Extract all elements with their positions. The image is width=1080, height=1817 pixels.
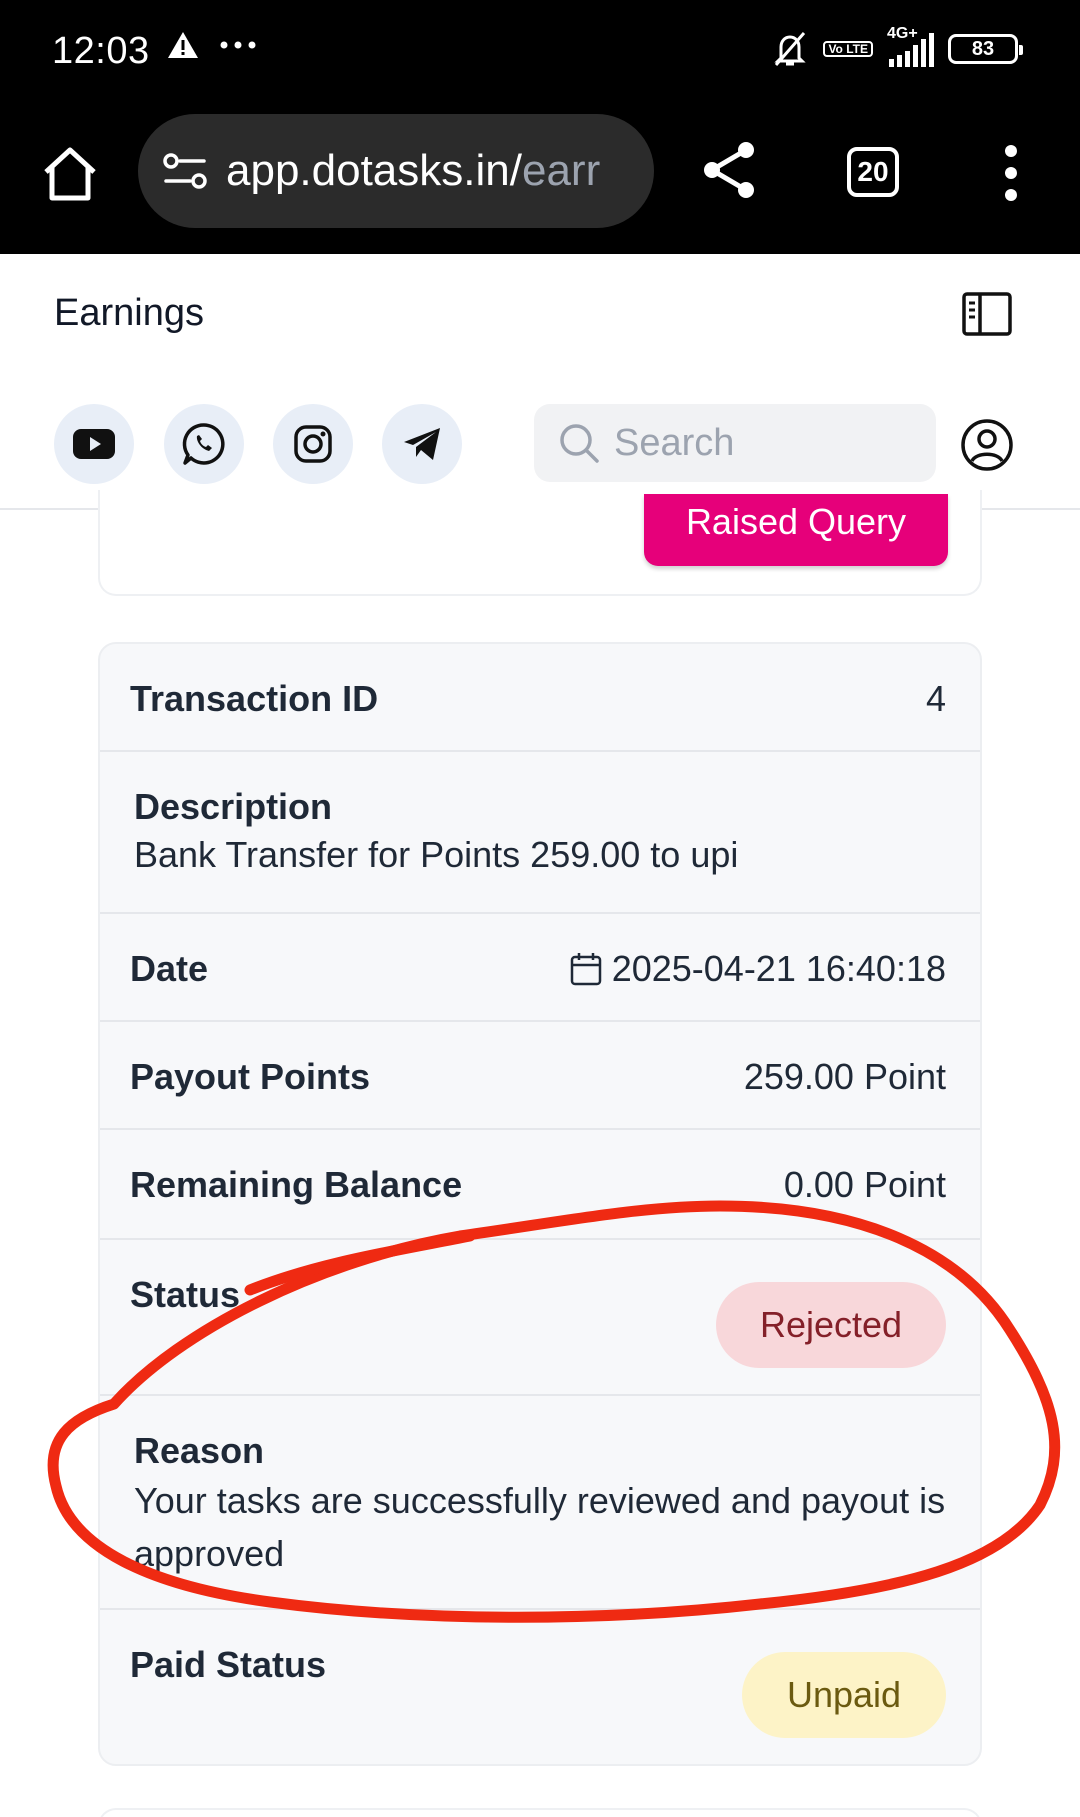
home-icon[interactable]: [40, 144, 100, 204]
url-text[interactable]: app.dotasks.in/earr: [226, 146, 600, 196]
signal-icon: 4G+: [887, 25, 934, 67]
share-icon[interactable]: [700, 140, 760, 200]
transaction-card: Transaction ID 4 Description Bank Transf…: [98, 642, 982, 1766]
payout-points-value: 259.00 Point: [743, 1056, 946, 1097]
instagram-button[interactable]: [273, 404, 353, 484]
url-host: app.dotasks.in/: [226, 146, 522, 195]
date-row: Date 2025-04-21 16:40:18: [100, 914, 980, 1022]
raised-query-button[interactable]: Raised Query: [644, 494, 948, 566]
search-box[interactable]: [534, 404, 936, 482]
sidebar-toggle-icon[interactable]: [962, 292, 1012, 336]
paid-status-badge: Unpaid: [742, 1652, 946, 1738]
status-left-icons: [166, 30, 256, 60]
status-time: 12:03: [52, 30, 150, 72]
volte-icon: Vo LTE: [823, 41, 873, 57]
search-icon: [560, 424, 599, 463]
payout-points-label: Payout Points: [130, 1056, 371, 1097]
profile-icon[interactable]: [960, 418, 1014, 472]
remaining-balance-label: Remaining Balance: [130, 1164, 463, 1205]
description-label: Description: [134, 786, 333, 827]
description-row: Description Bank Transfer for Points 259…: [100, 752, 980, 914]
remaining-balance-row: Remaining Balance 0.00 Point: [100, 1130, 980, 1240]
app-header: Earnings: [0, 254, 1080, 510]
mute-icon: [774, 32, 807, 66]
youtube-icon: [73, 429, 115, 459]
status-row: Status Rejected: [100, 1240, 980, 1396]
remaining-balance-value: 0.00 Point: [783, 1164, 946, 1205]
status-label: Status: [130, 1274, 241, 1315]
site-settings-icon[interactable]: [162, 151, 208, 191]
transaction-id-label: Transaction ID: [130, 678, 379, 719]
page-title: Earnings: [54, 292, 204, 334]
next-card-edge: [98, 1808, 982, 1817]
url-bar[interactable]: app.dotasks.in/earr: [138, 114, 654, 228]
calendar-icon: [570, 953, 601, 986]
date-label: Date: [130, 948, 209, 989]
url-path: earr: [521, 146, 601, 195]
tabs-button[interactable]: 20: [847, 147, 899, 197]
search-input[interactable]: [614, 421, 914, 465]
battery-icon: 83: [948, 34, 1023, 64]
status-badge: Rejected: [716, 1282, 946, 1368]
warning-icon: [168, 32, 198, 58]
raised-query-label: Raised Query: [685, 501, 907, 542]
telegram-icon: [404, 428, 440, 460]
whatsapp-button[interactable]: [164, 404, 244, 484]
transaction-id-value: 4: [925, 678, 946, 719]
status-right-icons: Vo LTE 4G+ 83: [771, 25, 1023, 68]
payout-points-row: Payout Points 259.00 Point: [100, 1022, 980, 1130]
date-value-wrap: 2025-04-21 16:40:18: [570, 948, 946, 990]
network-type: 4G+: [887, 25, 918, 42]
browser-menu-icon[interactable]: [1000, 145, 1022, 201]
date-value: 2025-04-21 16:40:18: [611, 948, 946, 989]
telegram-button[interactable]: [382, 404, 462, 484]
youtube-button[interactable]: [54, 404, 134, 484]
description-value: Bank Transfer for Points 259.00 to upi: [134, 834, 739, 875]
reason-label: Reason: [134, 1430, 265, 1471]
transaction-id-row: Transaction ID 4: [100, 644, 980, 752]
instagram-icon: [294, 425, 332, 463]
reason-value: Your tasks are successfully reviewed and…: [134, 1480, 946, 1574]
paid-status-row: Paid Status Unpaid: [100, 1610, 980, 1764]
paid-status-label: Paid Status: [130, 1644, 327, 1685]
browser-chrome: 12:03 Vo LTE 4G+ 83 app.dotasks.in/earr …: [0, 0, 1080, 254]
more-notifications-icon: [220, 41, 256, 49]
whatsapp-icon: [182, 423, 225, 465]
reason-row: Reason Your tasks are successfully revie…: [100, 1396, 980, 1610]
